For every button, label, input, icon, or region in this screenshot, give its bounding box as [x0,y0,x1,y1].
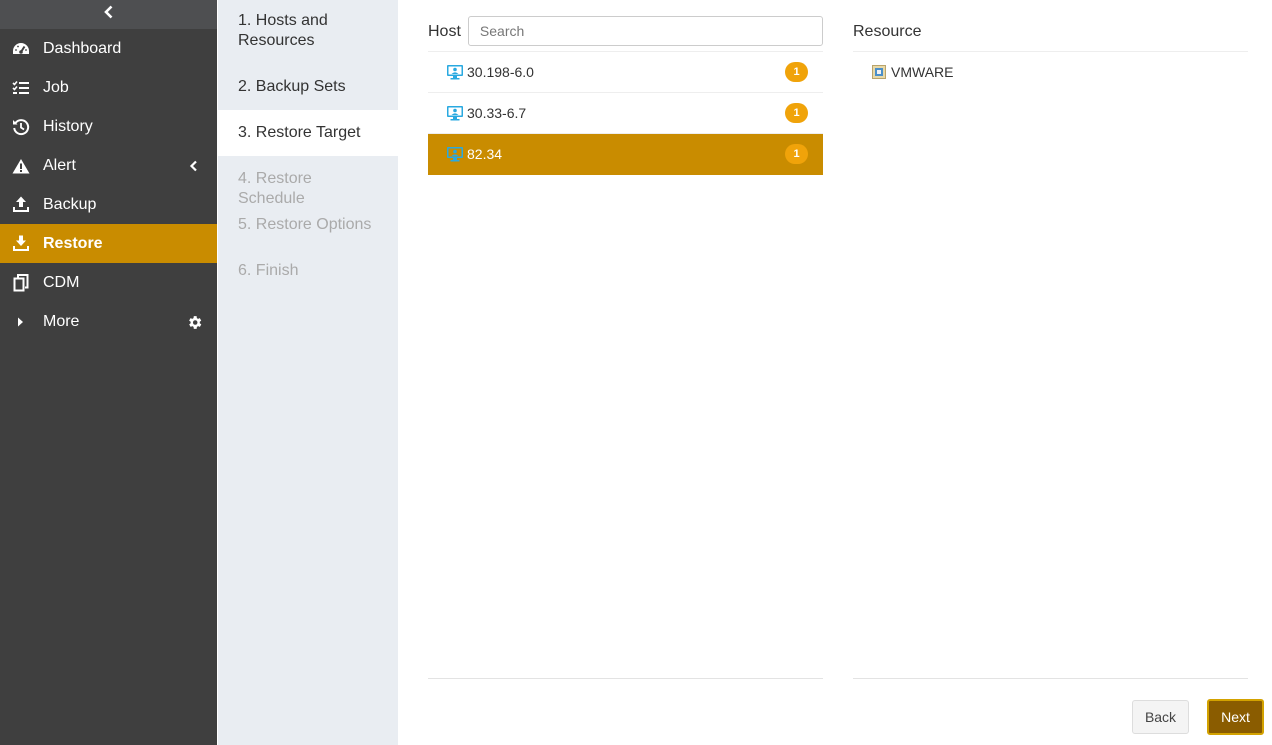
sidebar-item-backup[interactable]: Backup [0,185,217,224]
monitor-icon [446,105,464,121]
monitor-icon [446,64,464,80]
sidebar-item-dashboard[interactable]: Dashboard [0,29,217,68]
sidebar-item-history[interactable]: History [0,107,217,146]
sidebar: Dashboard Job History Alert Backup Resto… [0,0,217,745]
sidebar-item-label: History [43,117,93,135]
wizard-steps: 1. Hosts and Resources 2. Backup Sets 3.… [218,0,398,745]
divider [428,678,823,679]
restore-icon [12,235,30,253]
cdm-icon [12,273,30,292]
sidebar-item-job[interactable]: Job [0,68,217,107]
divider [853,678,1248,679]
back-button[interactable]: Back [1132,700,1189,734]
sidebar-item-label: Backup [43,195,97,213]
count-badge: 1 [785,62,808,82]
chevron-left-icon[interactable] [185,157,203,175]
resource-item[interactable]: VMWARE [853,52,1248,92]
host-row[interactable]: 30.33-6.7 1 [428,93,823,134]
sidebar-item-alert[interactable]: Alert [0,146,217,185]
host-name: 82.34 [467,146,503,162]
sidebar-item-cdm[interactable]: CDM [0,263,217,302]
backup-icon [12,196,30,214]
monitor-icon [446,146,464,162]
job-list-icon [12,79,30,97]
host-name: 30.33-6.7 [467,105,527,121]
alert-icon [12,157,30,175]
sidebar-item-restore[interactable]: Restore [0,224,217,263]
sidebar-item-label: Dashboard [43,39,122,57]
caret-right-icon [12,313,30,331]
host-title: Host [428,22,461,40]
host-header: Host [428,0,823,52]
dashboard-icon [12,40,30,58]
resource-header: Resource [853,0,1248,52]
sidebar-collapse-button[interactable] [0,0,217,29]
history-icon [12,118,30,136]
step-restore-target[interactable]: 3. Restore Target [218,110,398,156]
sidebar-item-label: Restore [43,234,103,252]
resource-panel: Resource VMWARE [853,0,1248,680]
next-button[interactable]: Next [1207,699,1264,735]
sidebar-item-label: Alert [43,156,76,174]
step-hosts-and-resources[interactable]: 1. Hosts and Resources [218,0,398,64]
gear-icon[interactable] [185,313,203,331]
step-finish: 6. Finish [238,262,299,279]
step-restore-schedule: 4. Restore Schedule [238,170,312,207]
vmware-icon [872,65,886,79]
sidebar-item-label: Job [43,78,69,96]
host-row-selected[interactable]: 82.34 1 [428,134,823,175]
host-panel: Host 30.198-6.0 1 30.33-6.7 1 82.34 1 [428,0,823,680]
count-badge: 1 [785,144,808,164]
sidebar-item-more[interactable]: More [0,302,217,341]
search-input[interactable] [467,15,823,46]
step-backup-sets[interactable]: 2. Backup Sets [218,64,398,110]
resource-title: Resource [853,22,922,40]
count-badge: 1 [785,103,808,123]
host-row[interactable]: 30.198-6.0 1 [428,52,823,93]
resource-name: VMWARE [891,64,954,80]
host-name: 30.198-6.0 [467,64,534,80]
sidebar-item-label: More [43,312,80,330]
chevron-left-icon [103,5,115,24]
sidebar-item-label: CDM [43,273,80,291]
